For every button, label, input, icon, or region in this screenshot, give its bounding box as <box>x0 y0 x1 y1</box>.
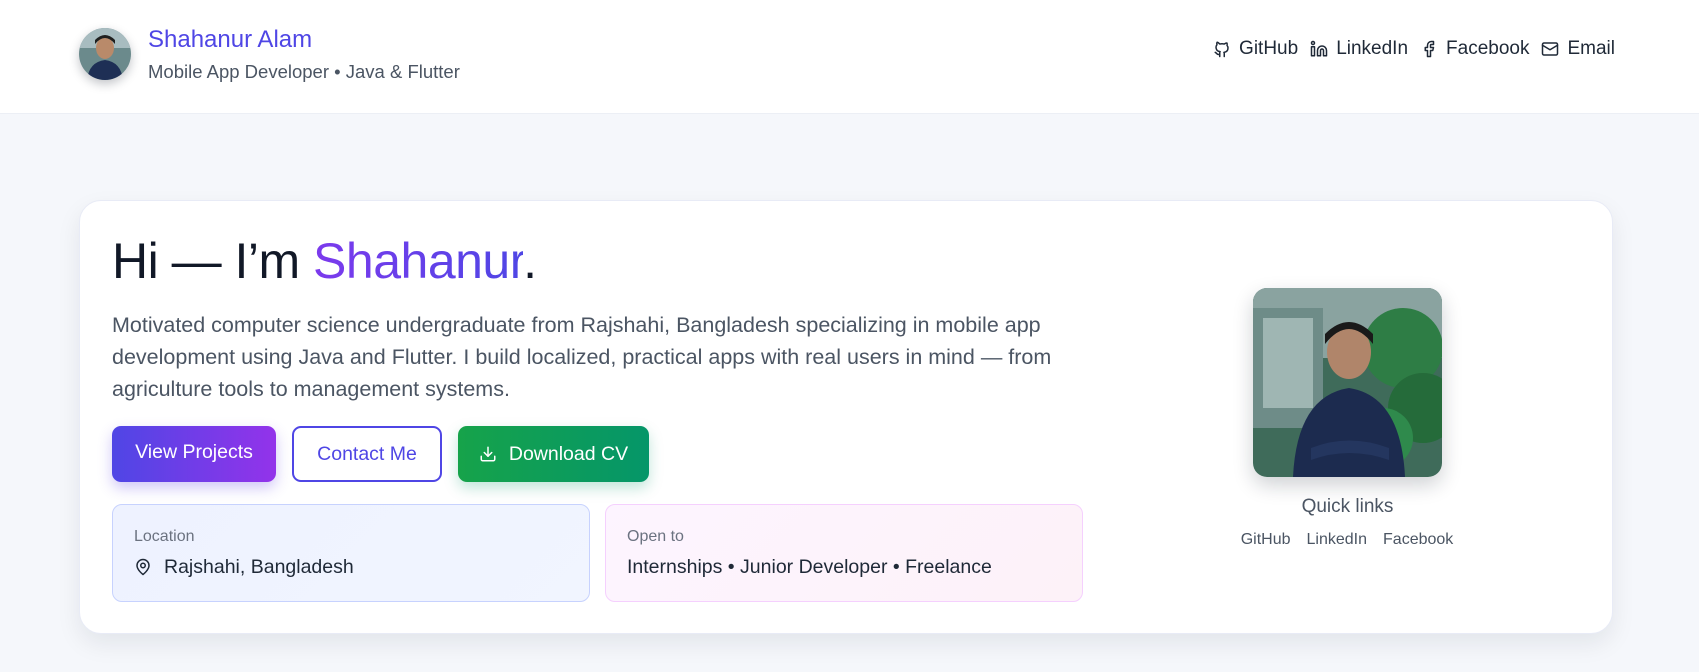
site-header: Shahanur Alam Mobile App Developer • Jav… <box>0 0 1699 114</box>
download-cv-label: Download CV <box>508 442 629 465</box>
brand-subtitle: Mobile App Developer • Java & Flutter <box>148 61 460 82</box>
quick-links-title: Quick links <box>1301 496 1394 517</box>
nav-email[interactable]: Email <box>1541 38 1615 60</box>
hero-greeting: Hi — I’m <box>112 233 314 289</box>
top-nav: GitHub LinkedIn Facebook Email <box>1201 38 1615 60</box>
hero-card: Hi — I’m Shahanur. Motivated computer sc… <box>79 200 1613 634</box>
download-cv-button[interactable]: Download CV <box>458 426 649 482</box>
quick-link-facebook[interactable]: Facebook <box>1383 531 1453 549</box>
brand-name[interactable]: Shahanur Alam <box>148 25 460 55</box>
location-value-row: Rajshahi, Bangladesh <box>134 555 568 579</box>
nav-github[interactable]: GitHub <box>1213 38 1298 60</box>
github-icon <box>1213 40 1231 58</box>
quick-link-linkedin[interactable]: LinkedIn <box>1307 531 1368 549</box>
nav-github-label: GitHub <box>1239 38 1299 59</box>
profile-photo <box>1253 288 1442 477</box>
linkedin-icon <box>1310 40 1328 58</box>
facebook-icon <box>1420 40 1438 58</box>
nav-facebook[interactable]: Facebook <box>1420 38 1529 60</box>
location-box: Location Rajshahi, Bangladesh <box>112 504 590 602</box>
hero-period: . <box>523 233 537 289</box>
quick-links: GitHub LinkedIn Facebook <box>1227 531 1467 549</box>
hero-description: Motivated computer science undergraduate… <box>112 313 1052 401</box>
location-label: Location <box>134 528 195 545</box>
hero-actions: View Projects Contact Me Download CV <box>112 426 665 482</box>
open-to-value: Internships • Junior Developer • Freelan… <box>627 556 992 578</box>
map-pin-icon <box>134 558 152 576</box>
nav-facebook-label: Facebook <box>1446 38 1530 59</box>
hero-title: Hi — I’m Shahanur. <box>112 231 537 291</box>
nav-email-label: Email <box>1567 38 1615 59</box>
open-to-label: Open to <box>627 528 684 545</box>
brand[interactable]: Shahanur Alam Mobile App Developer • Jav… <box>79 25 460 83</box>
view-projects-button[interactable]: View Projects <box>112 426 276 482</box>
open-to-box: Open to Internships • Junior Developer •… <box>605 504 1083 602</box>
quick-link-github[interactable]: GitHub <box>1241 531 1291 549</box>
avatar <box>79 28 131 80</box>
download-icon <box>479 445 497 463</box>
nav-linkedin-label: LinkedIn <box>1336 38 1409 59</box>
nav-linkedin[interactable]: LinkedIn <box>1310 38 1408 60</box>
hero-name: Shahanur <box>313 233 524 289</box>
contact-me-button[interactable]: Contact Me <box>292 426 442 482</box>
location-value: Rajshahi, Bangladesh <box>164 556 354 578</box>
mail-icon <box>1541 40 1559 58</box>
